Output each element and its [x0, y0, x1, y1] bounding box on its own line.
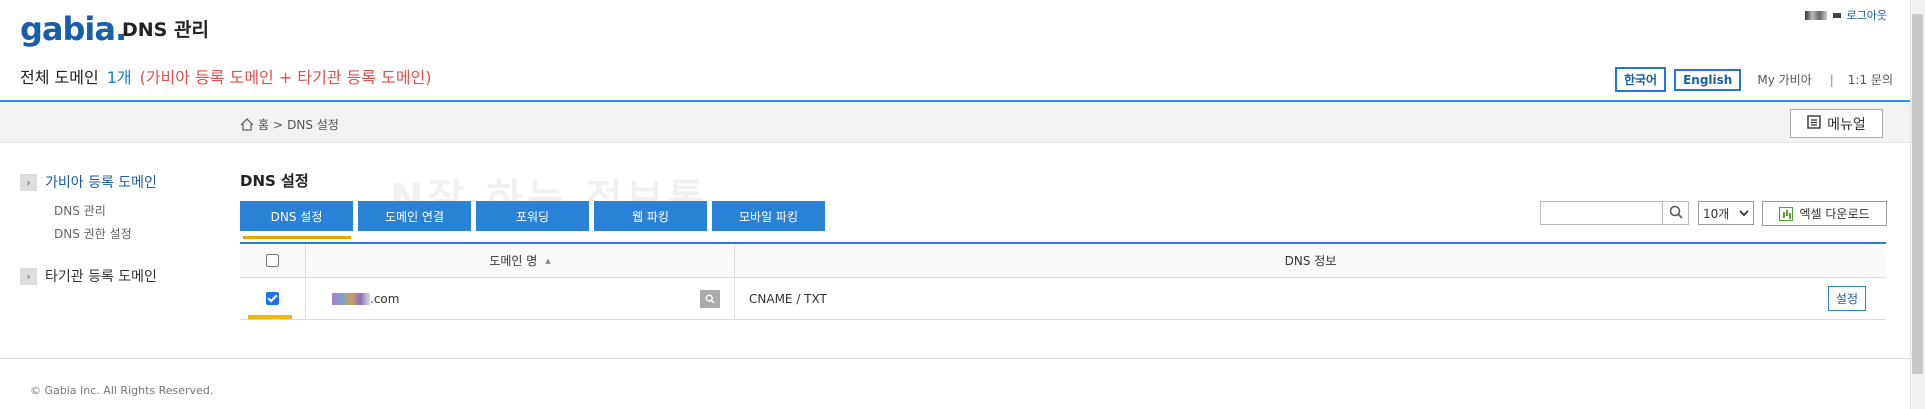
column-header-domain-label: 도메인 명: [489, 254, 538, 268]
tab-dns-settings[interactable]: DNS 설정: [240, 201, 353, 231]
search-button[interactable]: [1663, 201, 1689, 225]
active-tab-indicator: [243, 236, 351, 239]
app-title: DNS 관리: [122, 19, 209, 41]
sidebar-item-dns-permission[interactable]: DNS 권한 설정: [54, 225, 132, 242]
column-header-dns-info: DNS 정보: [1284, 254, 1337, 268]
sidebar-item-other-domains[interactable]: › 타기관 등록 도메인: [20, 266, 157, 286]
gabia-logo[interactable]: gabia.: [20, 10, 127, 48]
domain-count: 1개: [106, 68, 132, 87]
user-bar: 로그아웃: [1804, 7, 1887, 23]
summary-description: (가비아 등록 도메인 + 타기관 등록 도메인): [139, 68, 432, 87]
select-all-cell: [240, 244, 306, 277]
breadcrumb: 홈 > DNS 설정: [240, 116, 339, 133]
user-name-blurred: [1804, 10, 1827, 20]
sort-asc-icon: ▲: [545, 256, 551, 265]
settings-button[interactable]: 설정: [1827, 286, 1866, 311]
tab-bar: DNS 설정 도메인 연결 포워딩 웹 파킹 모바일 파킹: [240, 201, 825, 231]
excel-download-button[interactable]: 엑셀 다운로드: [1762, 201, 1887, 226]
user-icon: [1832, 12, 1841, 18]
checkbox-highlight: [248, 315, 292, 319]
english-language-button[interactable]: English: [1674, 68, 1742, 91]
home-icon[interactable]: [240, 118, 254, 131]
chevron-down-icon: [1739, 206, 1749, 220]
chevron-right-icon: ›: [20, 267, 37, 285]
row-checkbox[interactable]: [266, 292, 279, 305]
tab-web-parking[interactable]: 웹 파킹: [594, 201, 707, 231]
sidebar-item-label: 가비아 등록 도메인: [45, 175, 157, 191]
select-all-checkbox[interactable]: [266, 254, 279, 267]
support-link[interactable]: 1:1 문의: [1848, 71, 1893, 88]
domain-summary: 전체 도메인 1개 (가비아 등록 도메인 + 타기관 등록 도메인): [20, 64, 432, 88]
excel-icon: [1779, 206, 1794, 221]
table-row: .com CNAME / TXT 설정: [240, 278, 1886, 320]
domain-cell: .com: [306, 278, 735, 319]
column-header-domain[interactable]: 도메인 명 ▲: [306, 244, 735, 277]
row-checkbox-cell: [240, 278, 306, 319]
domain-table: 도메인 명 ▲ DNS 정보 .com CNAME / TXT 설정: [240, 244, 1886, 320]
summary-label: 전체 도메인: [20, 68, 99, 87]
tab-forwarding[interactable]: 포워딩: [476, 201, 589, 231]
dns-info-cell: CNAME / TXT 설정: [735, 278, 1886, 319]
per-page-select[interactable]: 10개: [1698, 201, 1754, 225]
section-title: DNS 설정: [240, 172, 309, 190]
document-icon: [1807, 114, 1821, 133]
chevron-right-icon: ›: [20, 173, 37, 191]
footer-copyright: © Gabia Inc. All Rights Reserved.: [30, 384, 214, 397]
per-page-value: 10개: [1703, 206, 1730, 221]
header-divider: [0, 100, 1910, 102]
breadcrumb-separator: >: [273, 117, 284, 132]
sidebar-item-gabia-domains[interactable]: › 가비아 등록 도메인: [20, 172, 157, 192]
sidebar-item-dns-management[interactable]: DNS 관리: [54, 202, 106, 219]
footer-divider: [0, 358, 1910, 359]
manual-button[interactable]: 메뉴얼: [1790, 109, 1883, 138]
manual-label: 메뉴얼: [1827, 116, 1866, 133]
tab-mobile-parking[interactable]: 모바일 파킹: [712, 201, 825, 231]
table-header-row: 도메인 명 ▲ DNS 정보: [240, 244, 1886, 278]
search-icon: [1669, 205, 1683, 222]
breadcrumb-home[interactable]: 홈: [258, 116, 269, 133]
domain-suffix: .com: [370, 291, 400, 306]
excel-download-label: 엑셀 다운로드: [1799, 207, 1870, 221]
tab-domain-connect[interactable]: 도메인 연결: [358, 201, 471, 231]
nav-separator: |: [1829, 72, 1834, 87]
top-nav: 한국어 English My 가비아 | 1:1 문의: [1607, 67, 1893, 92]
sidebar-item-label: 타기관 등록 도메인: [45, 269, 157, 285]
domain-name-blurred: [332, 292, 370, 305]
domain-search-button[interactable]: [700, 289, 720, 308]
korean-language-button[interactable]: 한국어: [1614, 67, 1667, 92]
breadcrumb-current: DNS 설정: [287, 118, 339, 132]
my-gabia-link[interactable]: My 가비아: [1757, 71, 1811, 88]
search-input[interactable]: [1540, 201, 1663, 225]
logout-link[interactable]: 로그아웃: [1847, 7, 1887, 23]
dns-info-text: CNAME / TXT: [749, 291, 827, 306]
scrollbar-thumb[interactable]: [1912, 14, 1923, 374]
